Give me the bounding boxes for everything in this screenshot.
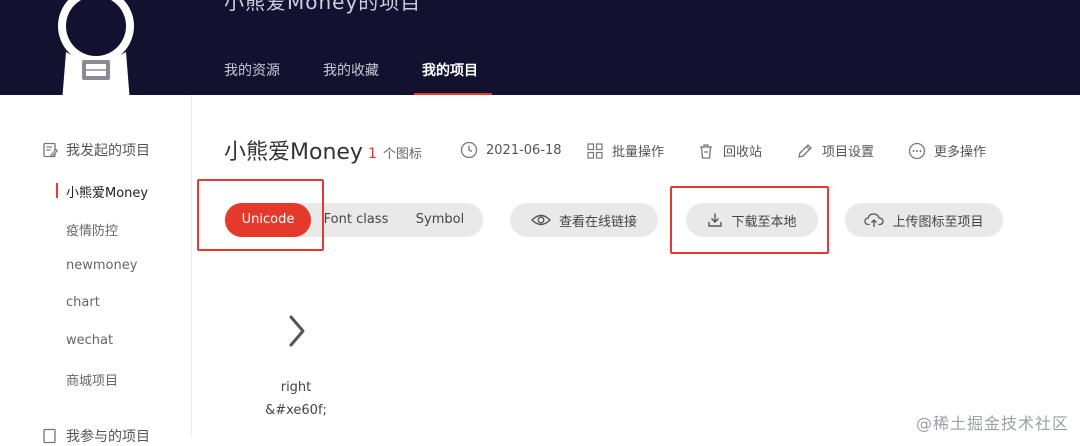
batch-operation-label: 批量操作 — [612, 145, 665, 160]
tab-font-class[interactable]: Font class — [316, 203, 396, 237]
sidebar-heading-label: 我参与的项目 — [66, 429, 150, 445]
tab-my-resources[interactable]: 我的资源 — [224, 60, 280, 80]
icon-count-unit: 个图标 — [382, 147, 422, 162]
sidebar-item-newmoney[interactable]: newmoney — [66, 258, 137, 273]
sidebar-item-wechat[interactable]: wechat — [66, 333, 113, 348]
active-tab-underline — [414, 93, 492, 95]
clock-icon — [460, 141, 478, 159]
project-settings-label: 项目设置 — [822, 145, 875, 160]
sidebar-heading-label: 我发起的项目 — [66, 143, 150, 159]
eye-icon — [531, 214, 551, 226]
trash-label: 回收站 — [723, 145, 763, 160]
upload-icons-label: 上传图标至项目 — [892, 214, 984, 230]
more-icon — [908, 142, 926, 159]
icon-count: 1 个图标 — [368, 143, 422, 162]
project-date: 2021-06-18 — [460, 141, 562, 159]
tab-symbol[interactable]: Symbol — [400, 203, 480, 237]
trash-button[interactable]: 回收站 — [697, 141, 762, 160]
document-edit-icon — [43, 142, 58, 158]
upload-icons-button[interactable]: 上传图标至项目 — [845, 203, 1003, 237]
project-title: 小熊爱Money — [224, 140, 363, 165]
tab-my-favorites[interactable]: 我的收藏 — [323, 60, 379, 80]
project-settings-button[interactable]: 项目设置 — [796, 141, 874, 160]
chevron-right-icon[interactable] — [284, 312, 310, 350]
icon-code-label: &#xe60f; — [265, 403, 327, 418]
sidebar-active-marker — [56, 183, 58, 198]
highlight-box-download — [670, 186, 829, 254]
header-title: 小熊爱Money的项目 — [224, 0, 422, 14]
sidebar-item-chart[interactable]: chart — [66, 295, 100, 310]
view-online-link-label: 查看在线链接 — [558, 214, 637, 230]
cloud-upload-icon — [864, 213, 885, 227]
top-header: 小熊爱Money的项目 我的资源 我的收藏 我的项目 — [0, 0, 1080, 102]
watermark-text: @稀土掘金技术社区 — [916, 414, 1070, 433]
sidebar-item-xiaoxiong[interactable]: 小熊爱Money — [66, 182, 148, 201]
date-label: 2021-06-18 — [486, 142, 562, 158]
batch-operation-button[interactable]: 批量操作 — [586, 141, 664, 160]
more-actions-label: 更多操作 — [934, 145, 987, 160]
view-online-link-button[interactable]: 查看在线链接 — [510, 203, 658, 237]
trash-icon — [700, 143, 712, 159]
highlight-box-unicode — [197, 179, 324, 251]
astronaut-avatar-icon — [58, 0, 134, 102]
more-actions-button[interactable]: 更多操作 — [908, 141, 986, 160]
sidebar-heading-initiated: 我发起的项目 — [42, 140, 150, 160]
document-icon — [43, 428, 56, 444]
pencil-icon — [798, 143, 812, 158]
tab-my-projects[interactable]: 我的项目 — [422, 60, 478, 80]
icon-name-label: right — [280, 380, 312, 395]
grid-icon — [587, 142, 603, 159]
sidebar-item-epidemic[interactable]: 疫情防控 — [66, 220, 118, 239]
icon-count-number: 1 — [368, 146, 377, 162]
sidebar-heading-joined: 我参与的项目 — [42, 426, 150, 446]
